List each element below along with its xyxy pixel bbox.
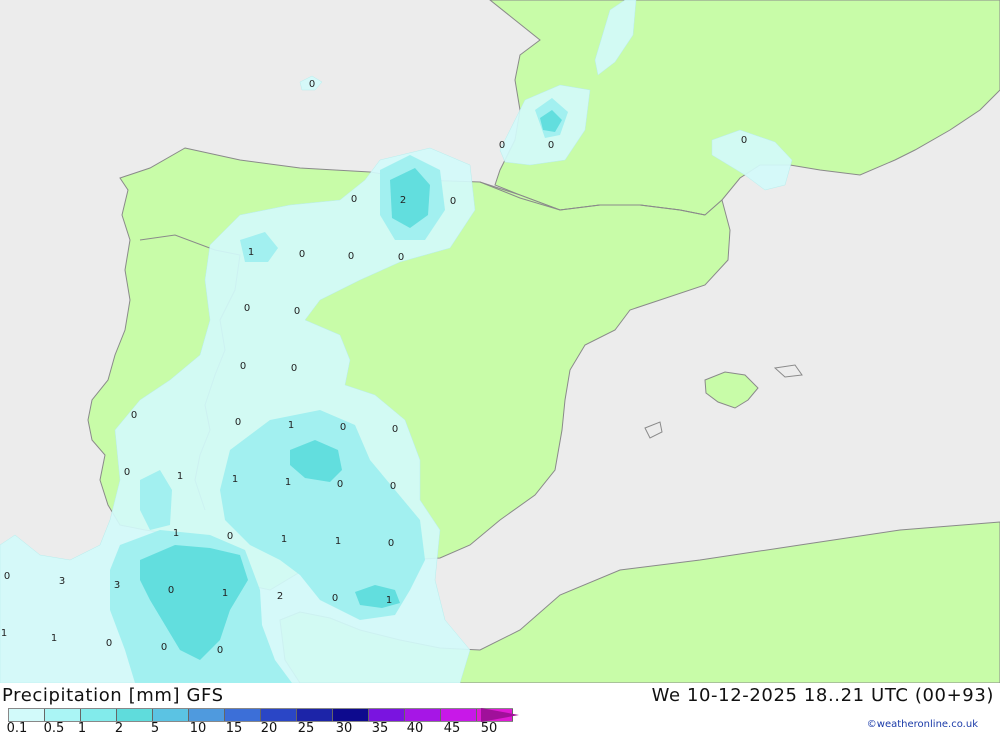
precip-value-label: 0 xyxy=(291,363,297,374)
precip-value-label: 1 xyxy=(173,528,179,539)
land-menorca xyxy=(773,364,803,378)
legend-swatch xyxy=(189,709,225,721)
land-mallorca xyxy=(704,371,759,409)
legend-tick-label: 50 xyxy=(480,721,498,736)
precip-value-label: 0 xyxy=(337,479,343,490)
precip-value-label: 0 xyxy=(244,303,250,314)
precip-value-label: 0 xyxy=(340,422,346,433)
precip-value-label: 0 xyxy=(348,251,354,262)
precip-value-label: 1 xyxy=(232,474,238,485)
legend-tick-label: 25 xyxy=(297,721,315,736)
precip-value-label: 2 xyxy=(400,195,406,206)
precip-value-label: 1 xyxy=(288,420,294,431)
legend-tick-label: 30 xyxy=(335,721,353,736)
precip-value-label: 1 xyxy=(335,536,341,547)
precip-value-label: 2 xyxy=(277,591,283,602)
precip-value-label: 1 xyxy=(281,534,287,545)
legend-swatch xyxy=(9,709,45,721)
precip-value-label: 1 xyxy=(386,595,392,606)
precip-value-label: 0 xyxy=(294,306,300,317)
land-ibiza xyxy=(644,421,663,439)
precip-value-label: 1 xyxy=(248,247,254,258)
precip-value-label: 0 xyxy=(499,140,505,151)
legend-tick-label: 0.5 xyxy=(43,721,65,736)
legend-swatch xyxy=(153,709,189,721)
color-scale xyxy=(8,708,513,722)
precip-value-label: 0 xyxy=(309,79,315,90)
legend-swatch xyxy=(81,709,117,721)
color-scale-arrow xyxy=(481,708,519,722)
legend-tick-label: 10 xyxy=(189,721,207,736)
precip-value-label: 0 xyxy=(392,424,398,435)
legend-tick-label: 40 xyxy=(406,721,424,736)
precip-value-label: 0 xyxy=(161,642,167,653)
map-title: Precipitation [mm] GFS xyxy=(2,685,224,706)
precip-value-label: 0 xyxy=(450,196,456,207)
precip-value-label: 0 xyxy=(351,194,357,205)
forecast-time: We 10-12-2025 18..21 UTC (00+93) xyxy=(651,685,994,706)
precip-value-label: 1 xyxy=(1,628,7,639)
precip-value-label: 0 xyxy=(235,417,241,428)
precip-value-label: 0 xyxy=(217,645,223,656)
precipitation-map: 0 0 0 0 0 2 0 1 0 0 0 0 0 0 0 0 0 1 0 0 0 1 1 1 0 0 1 0 1 1 0 0 3 3 0 1 2 0 1 1… xyxy=(0,0,1000,683)
legend-tick-label: 35 xyxy=(371,721,389,736)
legend-tick-label: 2 xyxy=(114,721,124,736)
precip-value-label: 0 xyxy=(548,140,554,151)
precip-value-label: 0 xyxy=(124,467,130,478)
precip-value-label: 1 xyxy=(177,471,183,482)
credit-link[interactable]: ©weatheronline.co.uk xyxy=(867,719,978,730)
precip-value-label: 0 xyxy=(4,571,10,582)
precip-value-label: 0 xyxy=(741,135,747,146)
legend-swatch xyxy=(225,709,261,721)
precip-value-label: 0 xyxy=(398,252,404,263)
precip-value-label: 0 xyxy=(240,361,246,372)
map-canvas: 0 0 0 0 0 2 0 1 0 0 0 0 0 0 0 0 0 1 0 0 0 1 1 1 0 0 1 0 1 1 0 0 3 3 0 1 2 0 1 1… xyxy=(0,0,1000,683)
precip-value-label: 0 xyxy=(168,585,174,596)
precip-value-label: 0 xyxy=(299,249,305,260)
legend-swatch xyxy=(45,709,81,721)
legend-tick-label: 5 xyxy=(150,721,160,736)
legend-tick-label: 0.1 xyxy=(6,721,28,736)
precip-value-label: 0 xyxy=(332,593,338,604)
precip-value-label: 3 xyxy=(114,580,120,591)
legend-swatch xyxy=(369,709,405,721)
legend-swatch xyxy=(441,709,477,721)
legend-swatch xyxy=(333,709,369,721)
legend-swatch xyxy=(297,709,333,721)
precip-value-label: 1 xyxy=(51,633,57,644)
precip-value-label: 1 xyxy=(222,588,228,599)
precip-value-label: 0 xyxy=(388,538,394,549)
legend-footer: Precipitation [mm] GFS We 10-12-2025 18.… xyxy=(0,683,1000,736)
legend-tick-label: 20 xyxy=(260,721,278,736)
precip-value-label: 1 xyxy=(285,477,291,488)
legend-swatch xyxy=(405,709,441,721)
legend-swatch xyxy=(261,709,297,721)
legend-tick-label: 15 xyxy=(225,721,243,736)
legend-swatch xyxy=(117,709,153,721)
precip-value-label: 0 xyxy=(106,638,112,649)
precip-value-label: 0 xyxy=(227,531,233,542)
legend-tick-label: 45 xyxy=(443,721,461,736)
precip-value-label: 3 xyxy=(59,576,65,587)
precip-value-label: 0 xyxy=(390,481,396,492)
legend-tick-label: 1 xyxy=(77,721,87,736)
precip-value-label: 0 xyxy=(131,410,137,421)
